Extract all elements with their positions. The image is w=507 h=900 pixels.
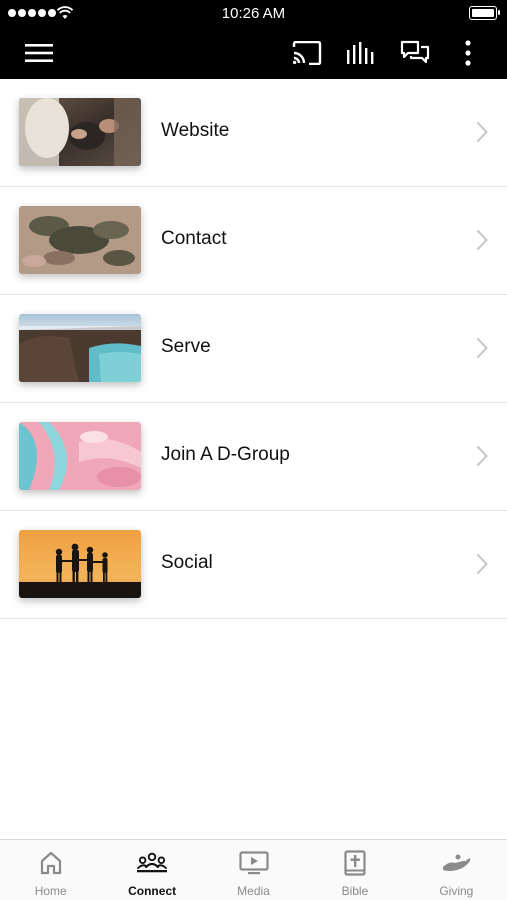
tab-media[interactable]: Media (203, 840, 304, 900)
more-vertical-icon (465, 40, 471, 66)
list-item-social[interactable]: Social (0, 511, 507, 619)
list-item-label: Contact (161, 228, 227, 249)
website-thumbnail (19, 98, 141, 166)
list-item-label: Social (161, 552, 213, 573)
list-item-label: Serve (161, 336, 211, 357)
chevron-right-icon (476, 553, 488, 575)
connect-list: Website Contact Serve Join A D-Group Soc… (0, 79, 507, 619)
tab-label: Bible (341, 884, 369, 898)
chevron-right-icon (476, 337, 488, 359)
people-icon (137, 850, 168, 876)
social-thumbnail (19, 530, 141, 598)
chat-button[interactable] (398, 36, 432, 70)
cast-icon (292, 41, 322, 65)
list-item-label: Join A D-Group (161, 444, 290, 465)
tab-bible[interactable]: Bible (304, 840, 405, 900)
giving-hand-icon (441, 850, 471, 876)
contact-thumbnail (19, 206, 141, 274)
tab-bar: Home Connect Media Bible Giving (0, 839, 507, 900)
status-time: 10:26 AM (221, 5, 286, 22)
list-item-serve[interactable]: Serve (0, 295, 507, 403)
play-screen-icon (238, 850, 269, 876)
audio-button[interactable] (344, 36, 378, 70)
cast-button[interactable] (290, 36, 324, 70)
list-item-join-a-d-group[interactable]: Join A D-Group (0, 403, 507, 511)
bible-icon (340, 850, 370, 876)
d-group-thumbnail (19, 422, 141, 490)
tab-label: Home (34, 884, 67, 898)
home-icon (36, 850, 66, 876)
tab-label: Giving (439, 884, 474, 898)
chevron-right-icon (476, 229, 488, 251)
serve-thumbnail (19, 314, 141, 382)
chevron-right-icon (476, 121, 488, 143)
list-item-contact[interactable]: Contact (0, 187, 507, 295)
battery-icon (469, 6, 500, 20)
tab-label: Connect (128, 884, 177, 898)
menu-button[interactable] (22, 36, 56, 70)
list-item-label: Website (161, 120, 230, 141)
tab-home[interactable]: Home (0, 840, 101, 900)
chevron-right-icon (476, 445, 488, 467)
chat-icon (400, 40, 430, 64)
status-bar: 10:26 AM (0, 0, 507, 26)
tab-label: Media (237, 884, 270, 898)
nav-bar (0, 26, 507, 79)
audio-bars-icon (347, 42, 374, 64)
menu-icon (25, 44, 53, 62)
more-button[interactable] (451, 36, 485, 70)
list-item-website[interactable]: Website (0, 79, 507, 187)
tab-giving[interactable]: Giving (406, 840, 507, 900)
tab-connect[interactable]: Connect (101, 840, 202, 900)
